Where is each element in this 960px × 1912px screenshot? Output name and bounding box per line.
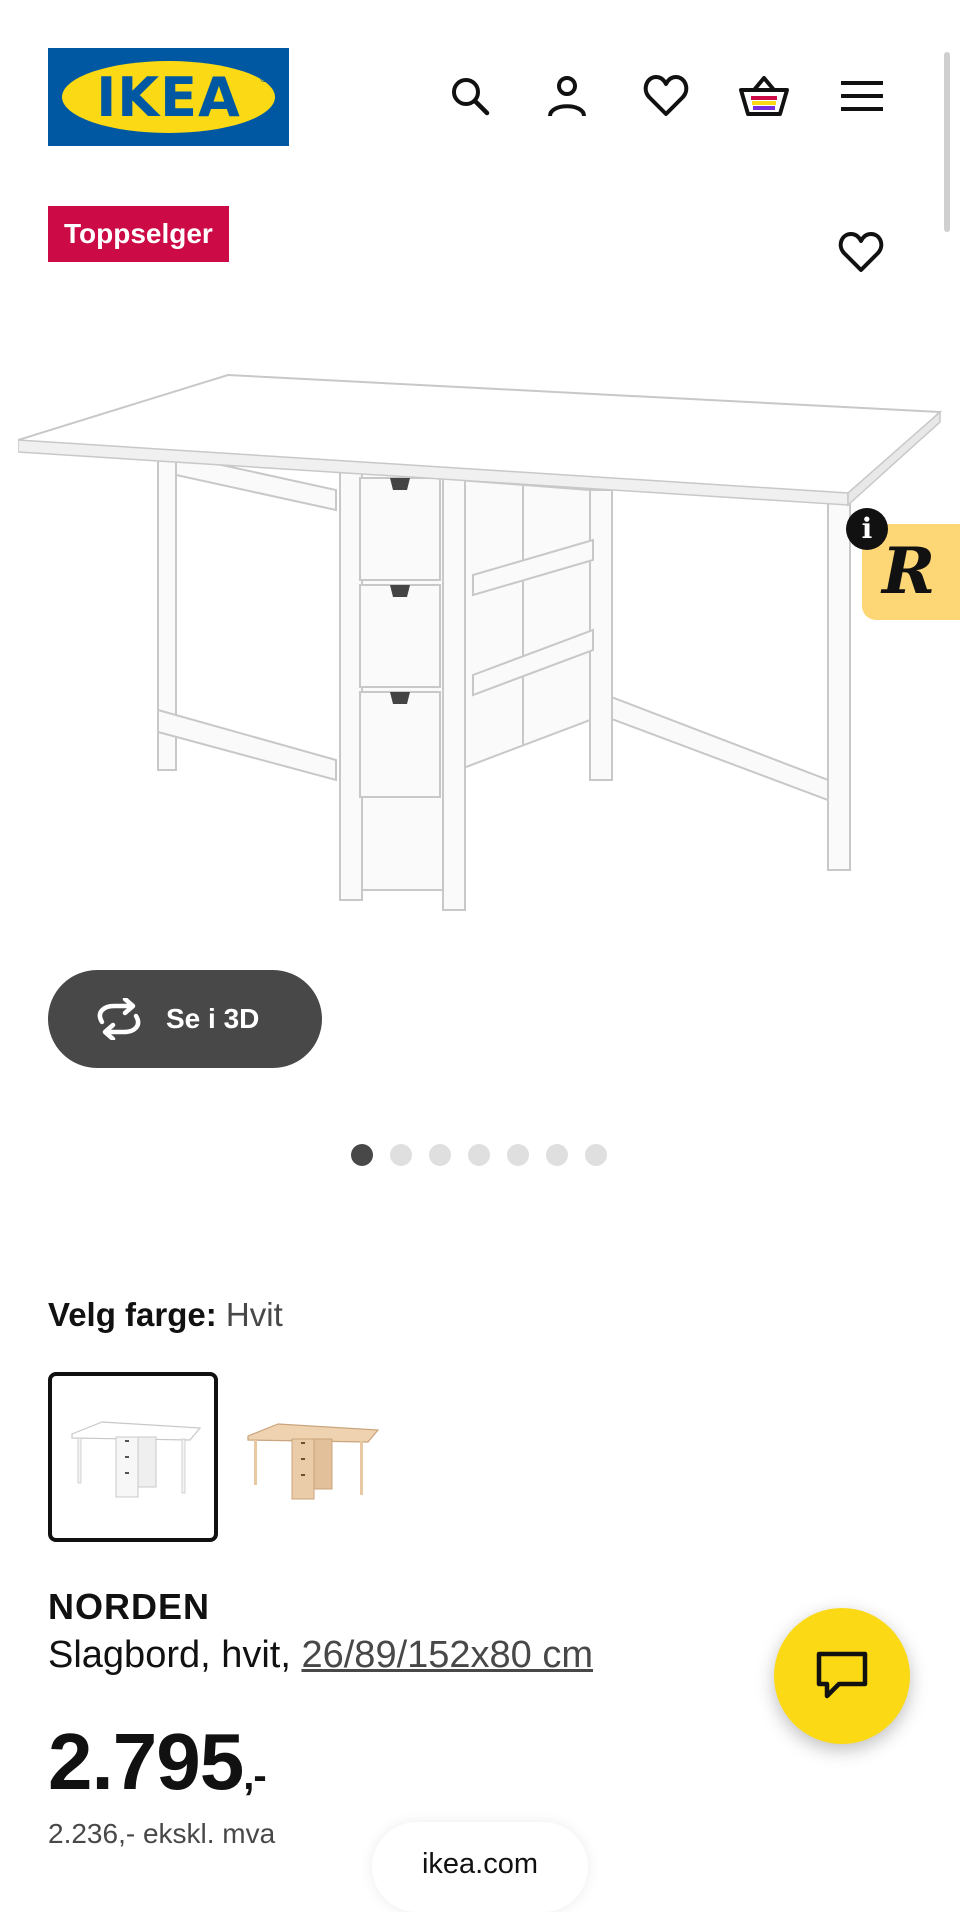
view-3d-label: Se i 3D — [166, 1003, 260, 1034]
logo-registered-mark: ® — [259, 74, 269, 85]
chat-button[interactable] — [774, 1608, 910, 1744]
color-swatch-birch[interactable] — [242, 1372, 412, 1542]
carousel-dot[interactable] — [546, 1144, 568, 1166]
ikea-logo[interactable]: IKEA ® — [48, 48, 289, 146]
price-main: 2.795 — [48, 1717, 244, 1806]
account-icon[interactable] — [541, 70, 593, 122]
carousel-dot[interactable] — [429, 1144, 451, 1166]
browser-url-bar[interactable]: ikea.com — [372, 1822, 588, 1912]
info-icon[interactable]: i — [846, 508, 888, 550]
product-image[interactable] — [17, 360, 943, 920]
price-suffix: ,- — [243, 1754, 266, 1798]
cart-icon[interactable] — [738, 70, 790, 122]
price-excl-vat: 2.236,- ekskl. mva — [48, 1818, 276, 1849]
widget-letter: R — [882, 534, 936, 609]
bestseller-badge: Toppselger — [48, 206, 229, 262]
product-type: Slagbord, hvit, — [48, 1634, 302, 1676]
carousel-dots — [351, 1144, 607, 1166]
carousel-dot[interactable] — [507, 1144, 529, 1166]
heart-icon[interactable] — [640, 70, 692, 122]
product-price: 2.795,- — [48, 1716, 267, 1808]
carousel-dot[interactable] — [351, 1144, 373, 1166]
search-icon[interactable] — [444, 70, 496, 122]
menu-icon[interactable] — [836, 70, 888, 122]
carousel-dot[interactable] — [468, 1144, 490, 1166]
carousel-dot[interactable] — [585, 1144, 607, 1166]
view-3d-button[interactable]: Se i 3D — [48, 970, 322, 1068]
page-scrollbar[interactable] — [944, 52, 950, 232]
add-to-favorites-icon[interactable] — [834, 226, 888, 280]
product-name: NORDEN — [48, 1586, 211, 1627]
product-size-link[interactable]: 26/89/152x80 cm — [301, 1634, 593, 1676]
logo-text: IKEA — [96, 65, 241, 129]
product-description: Slagbord, hvit, 26/89/152x80 cm — [48, 1634, 593, 1677]
rotate-3d-icon — [92, 996, 146, 1042]
chat-icon — [816, 1651, 868, 1699]
selected-color: Hvit — [225, 1296, 283, 1333]
color-select-label: Velg farge: Hvit — [48, 1296, 283, 1334]
color-label-text: Velg farge: — [48, 1296, 217, 1333]
color-swatch-white[interactable] — [48, 1372, 218, 1542]
carousel-dot[interactable] — [390, 1144, 412, 1166]
